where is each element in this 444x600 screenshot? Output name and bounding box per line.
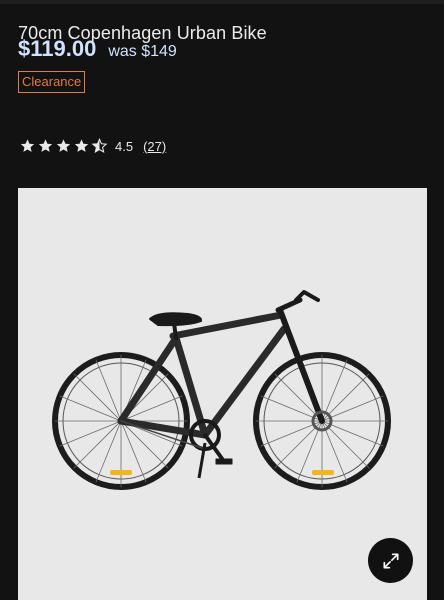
star-full-icon [56, 139, 71, 152]
star-half-icon [91, 138, 108, 154]
star-rating [19, 138, 109, 154]
review-count[interactable]: (27) [143, 139, 166, 154]
product-image[interactable] [18, 188, 427, 600]
bike-image [52, 290, 391, 490]
star-full-icon [38, 139, 53, 152]
expand-arrows-icon [383, 553, 398, 568]
zoom-button[interactable] [368, 538, 413, 583]
clearance-badge: Clearance [18, 71, 86, 93]
price-row: $119.00 was $149 [18, 36, 177, 62]
rating-summary[interactable]: 4.5 (27) [19, 138, 166, 154]
review-count-link[interactable]: (27) [143, 139, 166, 154]
was-price: was $149 [108, 43, 177, 60]
star-full-icon [20, 139, 35, 152]
current-price: $119.00 [18, 36, 97, 61]
star-full-icon [74, 139, 89, 152]
top-divider [0, 0, 444, 4]
rating-value: 4.5 [115, 138, 134, 154]
